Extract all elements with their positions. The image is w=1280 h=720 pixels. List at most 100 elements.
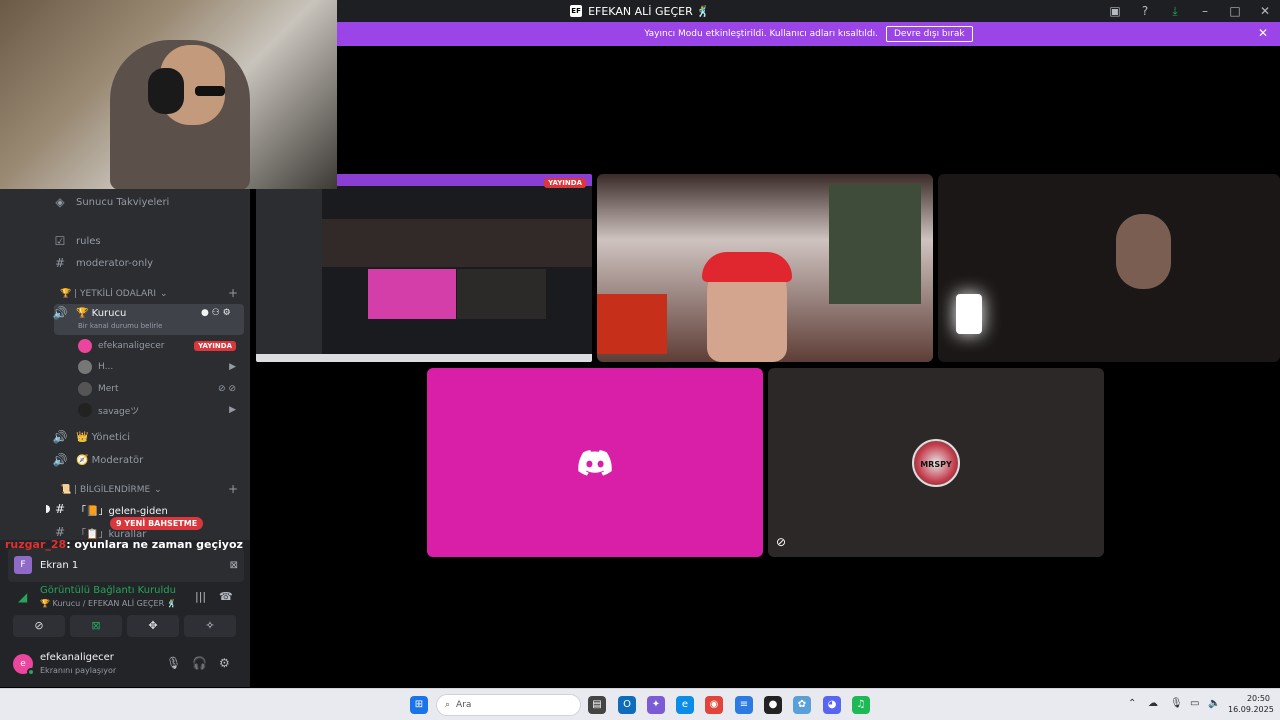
volume-icon[interactable]: 🔈: [1208, 698, 1220, 709]
share-screen-button[interactable]: ⊠: [70, 615, 122, 637]
member-name: efekanaligecer: [98, 341, 165, 351]
online-status-icon: [27, 668, 35, 676]
camera-tile-dark-room[interactable]: [938, 174, 1280, 362]
red-light: [597, 294, 667, 354]
voice-channel-label: 🏆 Kurucu: [76, 307, 127, 319]
add-channel-icon[interactable]: +: [228, 286, 238, 300]
voice-channel-moderator[interactable]: 🔊 🧭 Moderatör: [52, 449, 144, 471]
notepad-icon[interactable]: ≡: [735, 696, 753, 714]
camera-icon: ▶: [229, 405, 236, 415]
windows-start-icon[interactable]: ⊞: [410, 696, 428, 714]
screen-label: Ekran 1: [40, 559, 79, 571]
window-title: EF EFEKAN ALİ GEÇER 🕺: [570, 5, 710, 18]
voice-member[interactable]: Mert ⊘ ⊘: [78, 379, 244, 399]
hash-icon: #: [54, 256, 66, 270]
speaker-icon: 🔊: [52, 306, 68, 320]
category-bilgilendirme[interactable]: 📜 | BİLGİLENDİRME ⌄: [60, 485, 162, 495]
noise-suppression-icon[interactable]: |||: [195, 590, 206, 603]
connection-channel[interactable]: 🏆 Kurucu / EFEKAN ALİ GEÇER 🕺: [40, 599, 177, 608]
channel-label: 「📙」gelen-giden: [76, 505, 168, 517]
rules-channel-icon: ☑: [54, 234, 66, 248]
server-boost-item[interactable]: ◈ Sunucu Takviyeleri: [52, 191, 169, 213]
wall-poster: [829, 184, 921, 304]
connection-status[interactable]: Görüntülü Bağlantı Kuruldu: [40, 585, 176, 596]
chrome-icon[interactable]: ◉: [705, 696, 723, 714]
window-title-text: EFEKAN ALİ GEÇER 🕺: [588, 4, 710, 18]
mrspy-avatar-tile[interactable]: MRSPY ⊘: [768, 368, 1104, 557]
voice-member[interactable]: efekanaligecer YAYINDA: [78, 336, 244, 356]
screen-share-icon[interactable]: ▣: [1100, 4, 1130, 18]
close-preview-icon[interactable]: ⊠: [230, 560, 238, 571]
obs-icon[interactable]: ●: [764, 696, 782, 714]
tray-chevron-icon[interactable]: ⌃: [1128, 698, 1136, 709]
voice-member[interactable]: H... ▶: [78, 357, 244, 377]
user-area[interactable]: e efekanaligecer Ekranını paylaşıyor 🎙 🎧…: [8, 648, 244, 680]
outlook-icon[interactable]: O: [618, 696, 636, 714]
microphone-tray-icon[interactable]: 🎙: [1170, 698, 1183, 709]
channel-rules[interactable]: ☑ rules: [52, 230, 101, 252]
screen-share-preview[interactable]: F Ekran 1 ⊠: [8, 548, 244, 582]
chevron-down-icon: ⌄: [160, 289, 168, 299]
channel-actions-icons[interactable]: ● ⚇ ⚙: [201, 308, 231, 318]
network-icon[interactable]: ▭: [1190, 698, 1199, 709]
help-icon[interactable]: ?: [1130, 4, 1160, 18]
close-icon[interactable]: ✕: [1250, 4, 1280, 18]
channel-label: moderator-only: [76, 257, 154, 269]
connection-signal-icon[interactable]: ◢: [18, 590, 27, 604]
chat-message: : oyunlara ne zaman geçiyoz: [66, 538, 243, 551]
app-icon[interactable]: ✿: [793, 696, 811, 714]
voice-channel-kurucu-title[interactable]: 🔊 🏆 Kurucu: [52, 302, 127, 324]
disconnect-icon[interactable]: ☎: [219, 590, 233, 603]
settings-icon[interactable]: ⚙: [219, 656, 230, 670]
edge-icon[interactable]: e: [676, 696, 694, 714]
cloud-icon[interactable]: ☁: [1148, 698, 1158, 709]
unread-indicator: [46, 505, 50, 513]
banner-close-icon[interactable]: ✕: [1258, 26, 1268, 40]
disable-streamer-mode-button[interactable]: Devre dışı bırak: [885, 26, 973, 42]
minimize-icon[interactable]: –: [1190, 4, 1220, 18]
member-name: savageツ: [98, 406, 140, 417]
discord-avatar-tile[interactable]: [427, 368, 763, 557]
voice-member[interactable]: savageツ ▶: [78, 400, 244, 420]
category-yetkili[interactable]: 🏆 | YETKİLİ ODALARI ⌄: [60, 289, 168, 299]
clock-time: 20:50: [1246, 694, 1270, 703]
spotify-icon[interactable]: ♫: [852, 696, 870, 714]
copilot-icon[interactable]: ✦: [647, 696, 665, 714]
task-view-icon[interactable]: ▤: [588, 696, 606, 714]
download-icon[interactable]: ⤓: [1160, 4, 1190, 19]
channel-moderator-only[interactable]: # moderator-only: [52, 252, 153, 274]
sunglasses: [195, 86, 225, 96]
chat-nick: ruzgar_28: [5, 538, 67, 551]
server-boost-label: Sunucu Takviyeleri: [76, 196, 170, 208]
clock[interactable]: 20:50 16.09.2025: [1228, 693, 1274, 715]
streamer-webcam-overlay: [0, 0, 337, 189]
banner-text: Yayıncı Modu etkinleştirildi. Kullanıcı …: [644, 29, 878, 39]
screen-share-tile[interactable]: YAYINDA: [256, 174, 592, 362]
headphones-icon[interactable]: 🎧: [192, 656, 207, 670]
member-name: Mert: [98, 384, 119, 394]
stream-chat-overlay: ruzgar_28: oyunlara ne zaman geçiyoz: [5, 538, 243, 551]
video-off-icon: ⊘: [776, 535, 787, 549]
new-mentions-pill[interactable]: 9 YENİ BAHSETME: [110, 517, 204, 530]
discord-logo-icon: [578, 449, 612, 476]
nested-pink-tile: [368, 269, 456, 319]
camera-toggle-button[interactable]: ⊘: [13, 615, 65, 637]
voice-channel-yonetici[interactable]: 🔊 👑 Yönetici: [52, 426, 130, 448]
avatar: [78, 403, 92, 417]
video-stage: [250, 46, 1280, 687]
taskbar-search[interactable]: ⌕ Ara: [436, 694, 581, 716]
camera-tile-red-cap[interactable]: [597, 174, 933, 362]
red-cap: [702, 252, 792, 282]
voice-status-label[interactable]: Bir kanal durumu belirle: [78, 322, 162, 330]
category-label: 📜 | BİLGİLENDİRME: [60, 485, 151, 495]
headphones: [148, 68, 184, 114]
discord-taskbar-icon[interactable]: ◕: [823, 696, 841, 714]
member-name: H...: [98, 362, 114, 372]
microphone-icon[interactable]: 🎙: [166, 656, 181, 670]
avatar: [78, 360, 92, 374]
soundboard-button[interactable]: ✧: [184, 615, 236, 637]
activities-button[interactable]: ✥: [127, 615, 179, 637]
maximize-icon[interactable]: □: [1220, 4, 1250, 18]
live-badge: YAYINDA: [544, 178, 586, 188]
add-channel-icon[interactable]: +: [228, 482, 238, 496]
